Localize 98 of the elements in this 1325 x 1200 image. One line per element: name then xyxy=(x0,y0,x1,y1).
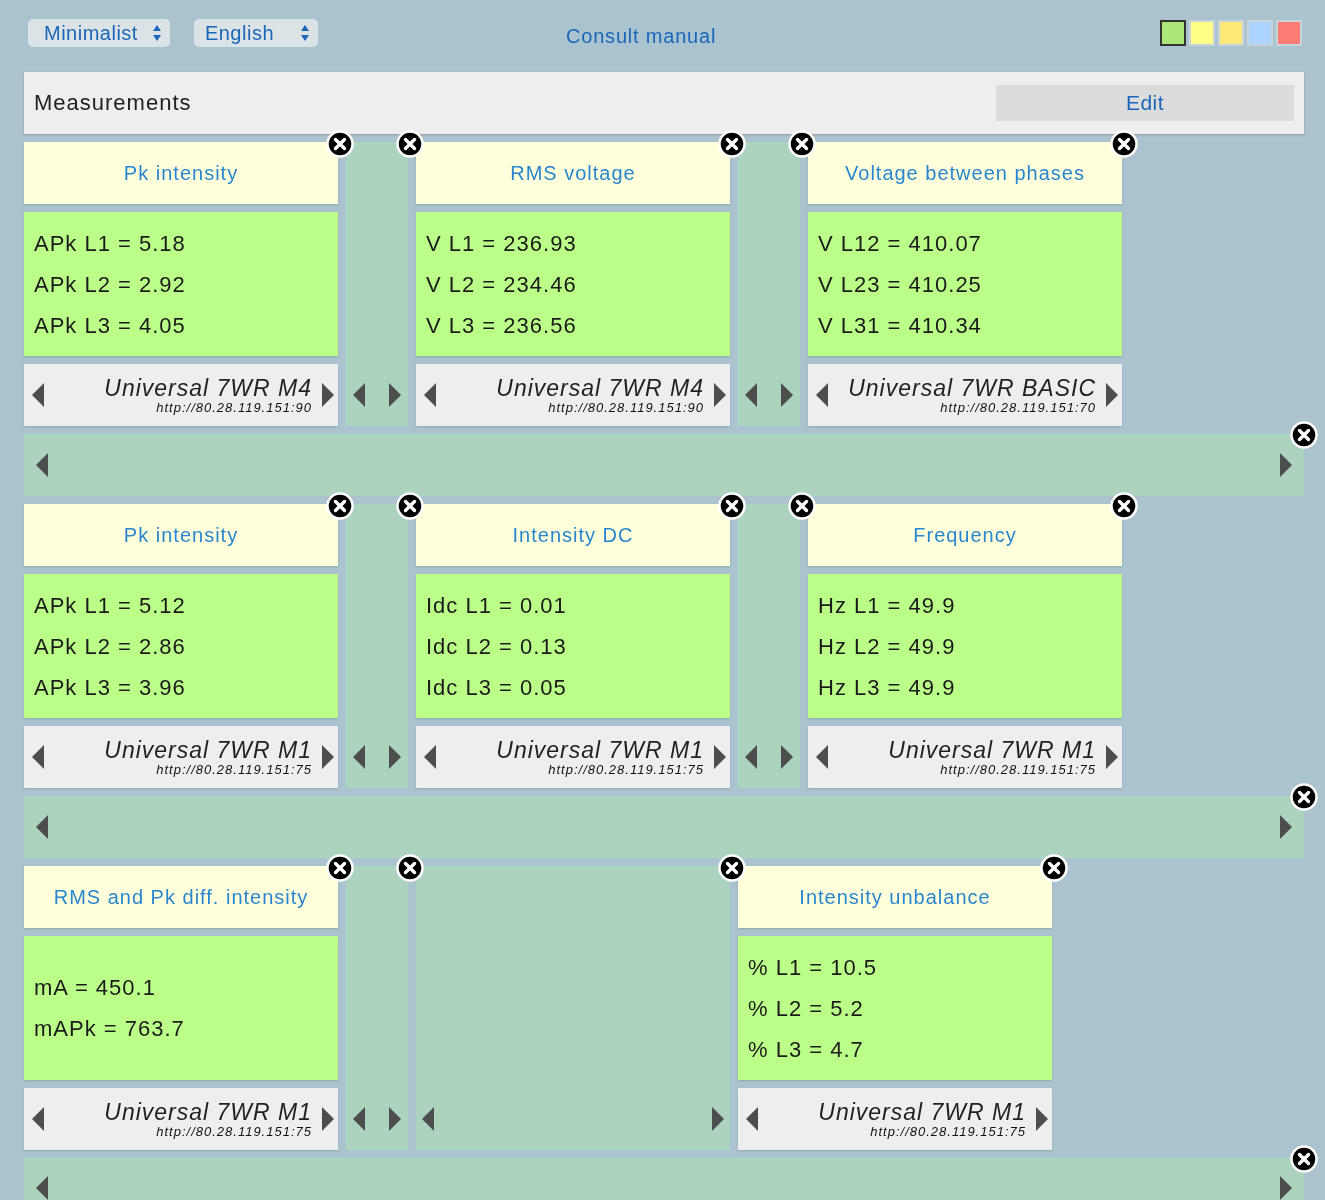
close-icon[interactable] xyxy=(1290,421,1318,449)
right-arrow-icon[interactable] xyxy=(1106,383,1118,407)
measurement-value: Idc L1 = 0.01 xyxy=(426,591,568,619)
measurement-value: V L31 = 410.34 xyxy=(818,311,983,339)
measurement-value: Hz L2 = 49.9 xyxy=(818,632,957,660)
left-arrow-icon[interactable] xyxy=(422,1107,434,1131)
right-arrow-icon[interactable] xyxy=(389,383,401,407)
left-arrow-icon[interactable] xyxy=(745,383,757,407)
close-icon[interactable] xyxy=(396,492,424,520)
measurement-value: V L1 = 236.93 xyxy=(426,229,578,257)
close-icon[interactable] xyxy=(1290,783,1318,811)
measurement-value: V L12 = 410.07 xyxy=(818,229,983,257)
device-name: Universal 7WR M1 xyxy=(496,738,704,762)
close-icon[interactable] xyxy=(396,130,424,158)
measurement-value: V L23 = 410.25 xyxy=(818,270,983,298)
right-arrow-icon[interactable] xyxy=(322,745,334,769)
close-icon[interactable] xyxy=(1290,1145,1318,1173)
left-arrow-icon[interactable] xyxy=(353,383,365,407)
left-arrow-icon[interactable] xyxy=(32,1107,44,1131)
left-arrow-icon[interactable] xyxy=(36,453,48,477)
close-icon[interactable] xyxy=(396,854,424,882)
left-arrow-icon[interactable] xyxy=(353,745,365,769)
measurement-value: APk L1 = 5.18 xyxy=(34,229,187,257)
card-title: RMS and Pk diff. intensity xyxy=(53,885,309,909)
style-select[interactable]: Minimalist xyxy=(28,19,170,47)
measurement-value: Idc L2 = 0.13 xyxy=(426,632,568,660)
device-name: Universal 7WR M4 xyxy=(104,376,312,400)
close-icon[interactable] xyxy=(788,130,816,158)
device-url: http://80.28.119.151:75 xyxy=(870,1124,1026,1140)
device-url: http://80.28.119.151:75 xyxy=(940,762,1096,778)
card-title: Intensity DC xyxy=(512,523,634,547)
left-arrow-icon[interactable] xyxy=(32,383,44,407)
measurement-value: % L1 = 10.5 xyxy=(748,953,879,981)
measurement-value: mA = 450.1 xyxy=(34,974,157,1001)
manual-link[interactable]: Consult manual xyxy=(566,24,717,48)
measurement-value: APk L3 = 4.05 xyxy=(34,311,187,339)
device-name: Universal 7WR BASIC xyxy=(848,376,1096,400)
left-arrow-icon[interactable] xyxy=(32,745,44,769)
measurement-value: V L3 = 236.56 xyxy=(426,311,578,339)
panel-title: Measurements xyxy=(34,90,192,116)
left-arrow-icon[interactable] xyxy=(36,1176,48,1200)
updown-icon xyxy=(300,24,310,42)
device-url: http://80.28.119.151:75 xyxy=(548,762,704,778)
device-name: Universal 7WR M1 xyxy=(104,738,312,762)
left-arrow-icon[interactable] xyxy=(424,745,436,769)
measurement-value: APk L1 = 5.12 xyxy=(34,591,187,619)
right-arrow-icon[interactable] xyxy=(714,745,726,769)
measurement-value: APk L2 = 2.92 xyxy=(34,270,187,298)
right-arrow-icon[interactable] xyxy=(712,1107,724,1131)
right-arrow-icon[interactable] xyxy=(1036,1107,1048,1131)
left-arrow-icon[interactable] xyxy=(816,383,828,407)
card-title: Pk intensity xyxy=(123,161,239,185)
color-swatch[interactable] xyxy=(1160,20,1186,46)
right-arrow-icon[interactable] xyxy=(1280,815,1292,839)
card-title: Intensity unbalance xyxy=(799,885,991,909)
measurement-value: Hz L1 = 49.9 xyxy=(818,591,957,619)
measurement-value: Hz L3 = 49.9 xyxy=(818,673,957,701)
device-url: http://80.28.119.151:75 xyxy=(156,1124,312,1140)
right-arrow-icon[interactable] xyxy=(781,745,793,769)
measurement-value: % L2 = 5.2 xyxy=(748,994,865,1022)
right-arrow-icon[interactable] xyxy=(389,1107,401,1131)
right-arrow-icon[interactable] xyxy=(714,383,726,407)
measurement-value: mAPk = 763.7 xyxy=(34,1015,186,1042)
measurement-value: V L2 = 234.46 xyxy=(426,270,578,298)
device-url: http://80.28.119.151:90 xyxy=(548,400,704,416)
close-icon[interactable] xyxy=(718,854,746,882)
card-title: Frequency xyxy=(913,523,1017,547)
left-arrow-icon[interactable] xyxy=(746,1107,758,1131)
device-name: Universal 7WR M1 xyxy=(888,738,1096,762)
device-url: http://80.28.119.151:70 xyxy=(940,400,1096,416)
right-arrow-icon[interactable] xyxy=(781,383,793,407)
left-arrow-icon[interactable] xyxy=(353,1107,365,1131)
right-arrow-icon[interactable] xyxy=(389,745,401,769)
right-arrow-icon[interactable] xyxy=(322,1107,334,1131)
edit-button[interactable]: Edit xyxy=(996,85,1294,121)
device-url: http://80.28.119.151:75 xyxy=(156,762,312,778)
card-title: Pk intensity xyxy=(123,523,239,547)
right-arrow-icon[interactable] xyxy=(1280,453,1292,477)
card-title: RMS voltage xyxy=(510,161,636,185)
close-icon[interactable] xyxy=(788,492,816,520)
left-arrow-icon[interactable] xyxy=(424,383,436,407)
measurement-value: APk L2 = 2.86 xyxy=(34,632,187,660)
measurement-value: APk L3 = 3.96 xyxy=(34,673,187,701)
device-name: Universal 7WR M1 xyxy=(818,1100,1026,1124)
right-arrow-icon[interactable] xyxy=(322,383,334,407)
updown-icon xyxy=(151,24,162,42)
device-name: Universal 7WR M1 xyxy=(104,1100,312,1124)
device-name: Universal 7WR M4 xyxy=(496,376,704,400)
left-arrow-icon[interactable] xyxy=(745,745,757,769)
device-url: http://80.28.119.151:90 xyxy=(156,400,312,416)
left-arrow-icon[interactable] xyxy=(36,815,48,839)
left-arrow-icon[interactable] xyxy=(816,745,828,769)
right-arrow-icon[interactable] xyxy=(1106,745,1118,769)
right-arrow-icon[interactable] xyxy=(1280,1176,1292,1200)
card-title: Voltage between phases xyxy=(845,161,1085,185)
measurement-value: Idc L3 = 0.05 xyxy=(426,673,568,701)
measurement-value: % L3 = 4.7 xyxy=(748,1035,865,1063)
language-select[interactable]: English xyxy=(193,19,318,47)
